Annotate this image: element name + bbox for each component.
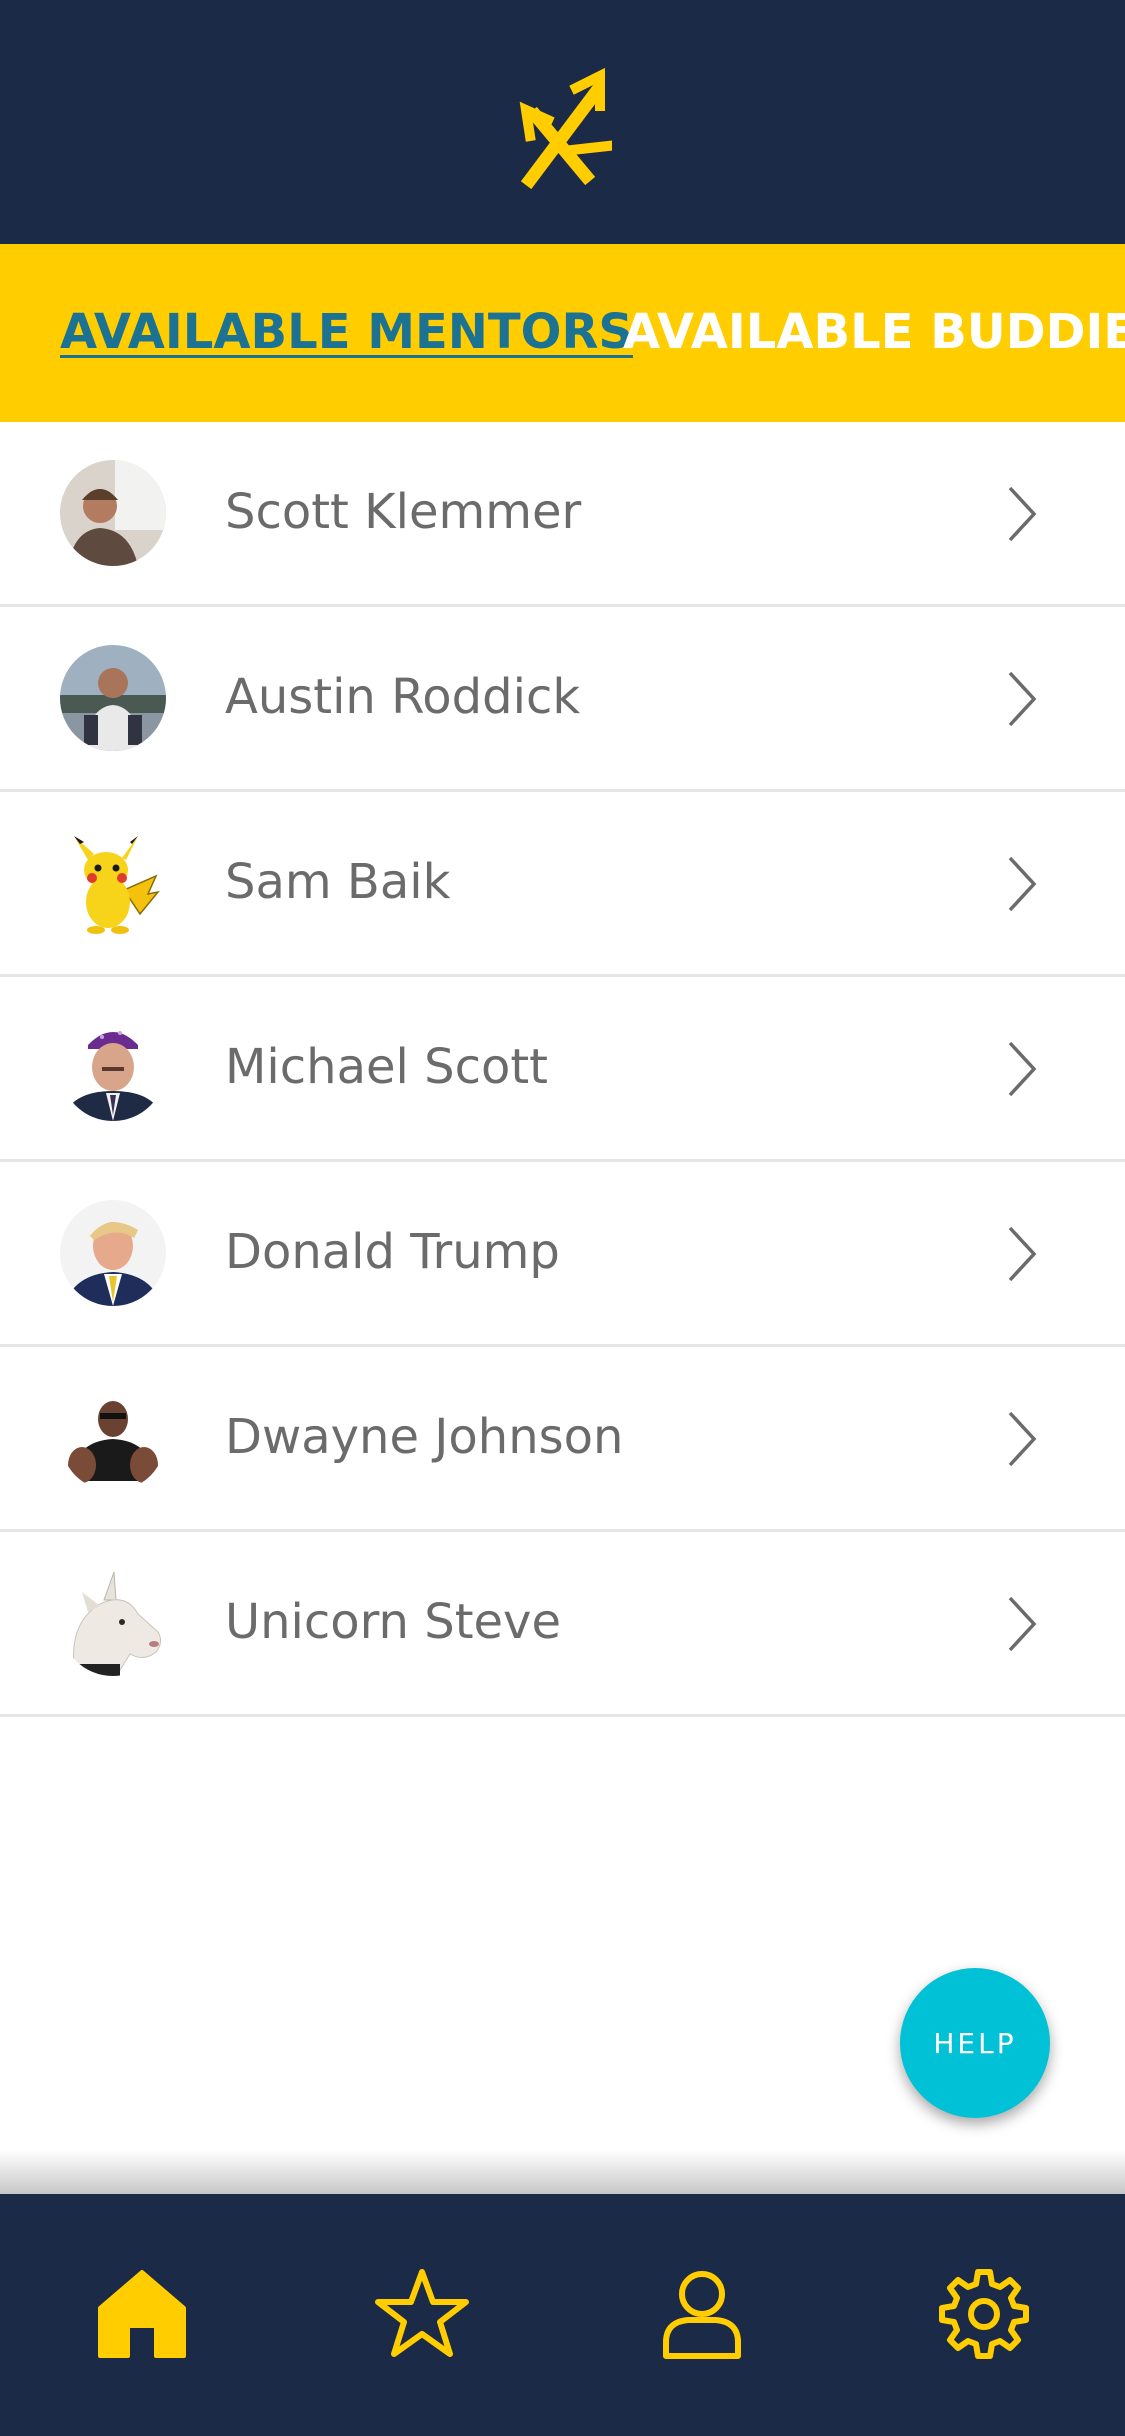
bottom-bar-shadow [0,2150,1125,2194]
avatar [60,460,166,566]
mentor-name: Michael Scott [225,1039,548,1095]
tab-available-buddies[interactable]: AVAILABLE BUDDIES [623,304,1125,360]
chevron-right-icon [1008,1596,1037,1652]
star-icon[interactable] [374,2266,470,2362]
mentor-list: Scott Klemmer Austin Roddick Sam Baik Mi… [0,422,1125,1717]
unicorn-avatar-icon [60,1570,166,1676]
avatar [60,1015,166,1121]
list-item[interactable]: Austin Roddick [0,607,1125,792]
gear-icon[interactable] [936,2266,1032,2362]
tab-bar: AVAILABLE MENTORS AVAILABLE BUDDIES [0,244,1125,422]
avatar [60,645,166,751]
list-item[interactable]: Unicorn Steve [0,1532,1125,1717]
tab-available-mentors[interactable]: AVAILABLE MENTORS [60,304,633,360]
list-item[interactable]: Donald Trump [0,1162,1125,1347]
mentor-name: Sam Baik [225,854,451,910]
mentor-name: Unicorn Steve [225,1594,561,1650]
photo-avatar-icon [60,1200,166,1306]
avatar [60,1200,166,1306]
mentor-name: Austin Roddick [225,669,581,725]
photo-avatar-icon [60,1015,166,1121]
chevron-right-icon [1008,1041,1037,1097]
avatar [60,830,166,936]
mentor-name: Dwayne Johnson [225,1409,624,1465]
chevron-right-icon [1008,1226,1037,1282]
photo-avatar-icon [60,1385,166,1491]
trident-logo-icon [519,67,612,190]
app-root: AVAILABLE MENTORS AVAILABLE BUDDIES Scot… [0,0,1125,2436]
photo-avatar-icon [60,460,166,566]
list-item[interactable]: Sam Baik [0,792,1125,977]
help-button[interactable]: HELP [900,1968,1050,2118]
mentor-name: Donald Trump [225,1224,560,1280]
chevron-right-icon [1008,856,1037,912]
list-item[interactable]: Scott Klemmer [0,422,1125,607]
user-icon[interactable] [654,2266,750,2362]
avatar [60,1385,166,1491]
chevron-right-icon [1008,1411,1037,1467]
mentor-name: Scott Klemmer [225,484,582,540]
photo-avatar-icon [60,645,166,751]
home-icon[interactable] [94,2266,190,2362]
pikachu-avatar-icon [60,830,166,936]
chevron-right-icon [1008,671,1037,727]
bottom-nav [0,2194,1125,2436]
avatar [60,1570,166,1676]
chevron-right-icon [1008,486,1037,542]
list-item[interactable]: Dwayne Johnson [0,1347,1125,1532]
top-bar [0,0,1125,244]
list-item[interactable]: Michael Scott [0,977,1125,1162]
